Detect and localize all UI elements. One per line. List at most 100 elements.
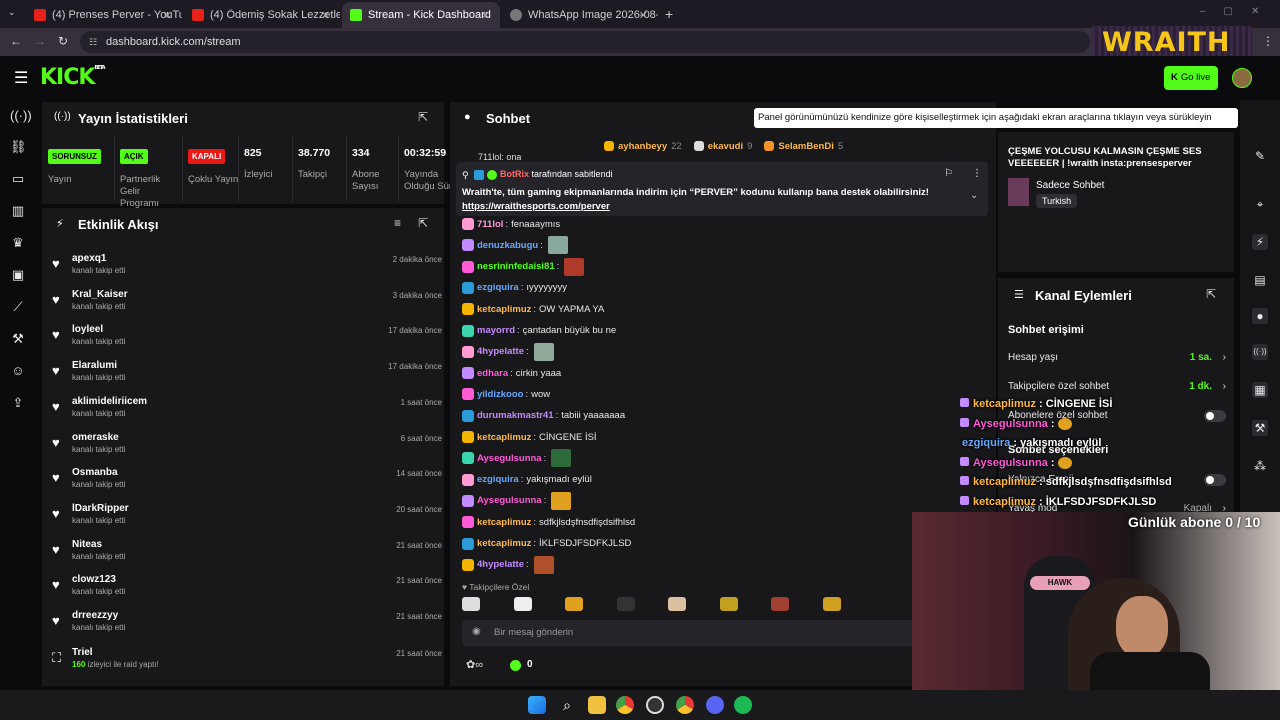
emote-shortcut[interactable] bbox=[668, 597, 686, 611]
chrome-icon[interactable] bbox=[616, 696, 634, 714]
link-icon[interactable]: ⛓ bbox=[10, 139, 27, 155]
activity-item[interactable]: ♥ Kral_Kaiser kanalı takip etti 3 dakika ön… bbox=[52, 286, 442, 320]
expand-icon[interactable]: ⇱ bbox=[418, 216, 428, 230]
window-controls[interactable]: –▢✕ bbox=[1200, 6, 1277, 17]
activity-item[interactable]: ♥ clowz123 kanalı takip etti 21 saat önce bbox=[52, 571, 442, 605]
chat-username[interactable]: ezgiquira bbox=[477, 474, 519, 485]
broadcast-icon[interactable]: ((·)) bbox=[1252, 344, 1268, 360]
browser-menu-icon[interactable]: ⋮ bbox=[1262, 34, 1274, 48]
chat-message[interactable]: yildizkooo: wow bbox=[462, 384, 550, 404]
tab-kick-dashboard[interactable]: Stream - Kick Dashboard ✕ bbox=[342, 2, 500, 28]
chat-username[interactable]: mayorrd bbox=[477, 325, 515, 336]
chat-message[interactable]: ketcaplimuz: sdfkjlsdşfnsdfişdsifhlsd bbox=[462, 512, 635, 532]
kick-logo[interactable]: KICKBETA bbox=[40, 65, 106, 90]
channel-action-row[interactable]: Hesap yaşı 1 sa. › bbox=[1008, 352, 1226, 366]
activity-item[interactable]: ♥ omeraske kanalı takip etti 6 saat önce bbox=[52, 429, 442, 463]
emote-shortcut[interactable] bbox=[565, 597, 583, 611]
expand-icon[interactable]: ⇱ bbox=[1206, 287, 1216, 301]
avatar[interactable] bbox=[1232, 68, 1252, 88]
toggle-switch[interactable] bbox=[1204, 410, 1226, 422]
toggle-switch[interactable] bbox=[1204, 474, 1226, 486]
share-icon[interactable]: ⁂ bbox=[1252, 458, 1268, 474]
chat-icon[interactable]: ● bbox=[1252, 308, 1268, 324]
chat-username[interactable]: durumakmastr41 bbox=[477, 410, 554, 421]
chat-username[interactable]: 4hypelatte bbox=[477, 346, 524, 357]
activity-item[interactable]: ♥ loyleel kanalı takip etti 17 dakika önce bbox=[52, 321, 442, 355]
pinned-link[interactable]: https://wraithesports.com/perver bbox=[462, 201, 610, 212]
window-icon[interactable]: ▭ bbox=[10, 171, 26, 187]
close-tab-icon[interactable]: ✕ bbox=[163, 9, 172, 22]
chat-message[interactable]: 4hypelatte: bbox=[462, 555, 554, 575]
windows-start-icon[interactable] bbox=[528, 696, 546, 714]
tab-youtube-2[interactable]: (4) Ödemiş Sokak Lezzetleri | - ✕ bbox=[184, 2, 340, 28]
chat-message[interactable]: nesrininfedaisi81: bbox=[462, 257, 585, 277]
discord-icon[interactable] bbox=[706, 696, 724, 714]
emote-shortcut[interactable] bbox=[771, 597, 789, 611]
chat-username[interactable]: ketcaplimuz bbox=[477, 517, 531, 528]
emote-shortcut[interactable] bbox=[822, 597, 841, 611]
activity-item[interactable]: ♥ aklimideliriicem kanalı takip etti 1 saat… bbox=[52, 393, 442, 427]
unpin-icon[interactable]: ⚐ bbox=[944, 168, 953, 179]
channel-action-row[interactable]: Takipçilere özel sohbet 1 dk. › bbox=[1008, 381, 1226, 395]
chat-message[interactable]: ketcaplimuz: CİNGENE İSİ bbox=[462, 427, 597, 447]
activity-item[interactable]: ♥ Niteas kanalı takip etti 21 saat önce bbox=[52, 536, 442, 570]
expand-icon[interactable]: ⇱ bbox=[418, 110, 428, 124]
activity-item[interactable]: ♥ drreezzyy kanalı takip etti 21 saat önce bbox=[52, 607, 442, 641]
lightning-icon[interactable]: ⚡ bbox=[1252, 234, 1268, 250]
hamburger-menu-icon[interactable]: ☰ bbox=[14, 68, 28, 88]
chat-username[interactable]: denuzkabugu bbox=[477, 240, 538, 251]
activity-item[interactable]: ♥ apexq1 kanalı takip etti 2 dakika önce bbox=[52, 250, 442, 284]
chevron-down-icon[interactable]: ⌄ bbox=[970, 190, 978, 201]
chat-message[interactable]: ketcaplimuz: OW YAPMA YA bbox=[462, 299, 604, 319]
tab-youtube-1[interactable]: (4) Prenses Perver - YouTube ✕ bbox=[26, 2, 182, 28]
chat-input[interactable]: ◉ Bir mesaj gönderin bbox=[462, 620, 988, 646]
emote-shortcut[interactable] bbox=[462, 597, 480, 611]
forward-icon[interactable]: → bbox=[34, 34, 46, 48]
wrench-icon[interactable]: ⚒ bbox=[10, 331, 26, 347]
chat-username[interactable]: nesrininfedaisi81 bbox=[477, 261, 555, 272]
new-tab-icon[interactable]: + bbox=[665, 6, 673, 22]
top-gifter[interactable]: ekavudi 9 bbox=[693, 138, 752, 154]
emote-shortcut[interactable] bbox=[513, 597, 532, 611]
pinned-message[interactable]: ⚲ BotRix tarafından sabitlendi Wraith'te… bbox=[456, 162, 988, 216]
go-live-button[interactable]: K Go live bbox=[1164, 66, 1218, 90]
activity-item[interactable]: ♥ lDarkRipper kanalı takip etti 20 saat önc… bbox=[52, 500, 442, 534]
chat-message[interactable]: ketcaplimuz: İKLFSDJFSDFKJLSD bbox=[462, 534, 631, 554]
chat-message[interactable]: edhara: cirkin yaaa bbox=[462, 363, 561, 383]
chat-username[interactable]: Aysegulsunna bbox=[477, 453, 542, 464]
url-input[interactable]: ☷ dashboard.kick.com/stream bbox=[80, 31, 1090, 53]
edit-icon[interactable]: ✎ bbox=[1252, 148, 1268, 164]
stream-broadcast-icon[interactable]: ((·)) bbox=[10, 108, 32, 124]
chat-message[interactable]: 4hypelatte: bbox=[462, 342, 554, 362]
focus-icon[interactable]: ⌖ bbox=[1252, 196, 1268, 212]
chat-message[interactable]: ezgiquira: yakışmadı eylül bbox=[462, 470, 592, 490]
chat-username[interactable]: edhara bbox=[477, 368, 508, 379]
chat-message[interactable]: mayorrd: çantadan büyük bu ne bbox=[462, 321, 616, 341]
wrench-icon[interactable]: ⚒ bbox=[1252, 420, 1268, 436]
reload-icon[interactable]: ↻ bbox=[58, 34, 68, 48]
chat-username[interactable]: ketcaplimuz bbox=[477, 432, 531, 443]
chat-username[interactable]: 711lol bbox=[477, 219, 503, 230]
trophy-icon[interactable]: ♛ bbox=[10, 235, 26, 251]
file-explorer-icon[interactable] bbox=[588, 696, 606, 714]
chat-username[interactable]: ketcaplimuz bbox=[477, 538, 531, 549]
filter-icon[interactable]: ≡ bbox=[394, 216, 401, 230]
chart-icon[interactable]: ▥ bbox=[10, 203, 26, 219]
chat-message[interactable]: Aysegulsunna: bbox=[462, 491, 572, 511]
tab-whatsapp-image[interactable]: WhatsApp Image 2026-08-08 a ✕ bbox=[502, 2, 658, 28]
chat-username[interactable]: Aysegulsunna bbox=[477, 495, 542, 506]
stream-category[interactable]: Sadece Sohbet bbox=[1036, 180, 1104, 191]
more-options-icon[interactable]: ⋮ bbox=[972, 168, 982, 179]
top-gifter[interactable]: ayhanbeyy 22 bbox=[604, 138, 682, 154]
upload-icon[interactable]: ⇪ bbox=[10, 395, 26, 411]
close-tab-icon[interactable]: ✕ bbox=[481, 9, 490, 22]
users-icon[interactable]: ☺ bbox=[10, 363, 26, 379]
chat-message[interactable]: 711lol: fenaaaymıs bbox=[462, 214, 560, 234]
spotify-icon[interactable] bbox=[734, 696, 752, 714]
back-icon[interactable]: ← bbox=[10, 34, 22, 48]
chat-username[interactable]: ketcaplimuz bbox=[477, 304, 531, 315]
chat-username[interactable]: yildizkooo bbox=[477, 389, 523, 400]
chat-username[interactable]: 4hypelatte bbox=[477, 559, 524, 570]
activity-item[interactable]: ♥ Elaralumi kanalı takip etti 17 dakika önc… bbox=[52, 357, 442, 391]
emote-menu-icon[interactable]: ✿∞ bbox=[466, 658, 483, 671]
